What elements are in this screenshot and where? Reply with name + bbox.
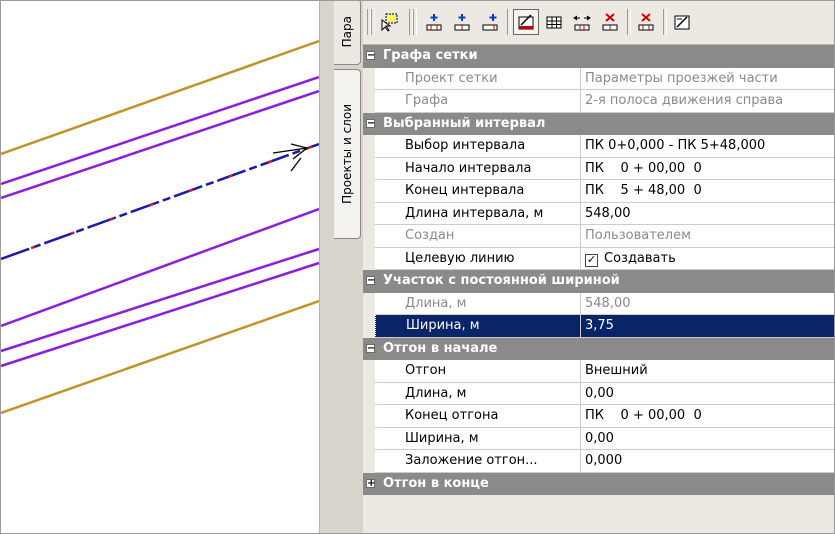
category-label: Графа сетки xyxy=(383,48,478,63)
width-value-field[interactable]: 3,75 xyxy=(581,315,834,338)
property-name: Длина, м xyxy=(375,292,581,315)
edge-line-bottom xyxy=(1,299,320,415)
checkbox[interactable]: ✓ xyxy=(585,253,598,267)
properties-icon[interactable] xyxy=(513,9,539,35)
table-icon[interactable] xyxy=(541,9,567,35)
edge-line-top xyxy=(1,39,320,156)
property-name: Графа xyxy=(375,90,581,113)
property-name: Ширина, м xyxy=(375,427,581,450)
property-grid: − Графа сетки Проект сетки Параметры про… xyxy=(363,45,834,495)
lane-line-1 xyxy=(1,75,320,186)
property-name: Конец отгона xyxy=(375,405,581,428)
property-value: Параметры проезжей части xyxy=(581,67,834,90)
property-row[interactable]: Заложение отгон... 0,000 xyxy=(363,450,834,473)
property-row[interactable]: Ширина, м 0,00 xyxy=(363,427,834,450)
category-label: Отгон в начале xyxy=(383,340,498,356)
property-row[interactable]: Графа 2-я полоса движения справа xyxy=(363,90,834,113)
property-value: 548,00 xyxy=(581,292,834,315)
toolbar-separator xyxy=(663,9,667,35)
target-line-checkbox-cell[interactable]: ✓ Создавать xyxy=(581,247,834,270)
property-row[interactable]: Начало интервала ПК 0 + 00,00 0 xyxy=(363,157,834,180)
property-name: Длина интервала, м xyxy=(375,202,581,225)
lane-line-4 xyxy=(1,247,320,353)
property-row-selected[interactable]: Ширина, м 3,75 xyxy=(363,315,834,338)
property-value[interactable]: 0,00 xyxy=(581,427,834,450)
lane-line-3 xyxy=(1,207,320,328)
property-row[interactable]: Конец интервала ПК 5 + 48,00 0 xyxy=(363,180,834,203)
property-name: Заложение отгон... xyxy=(375,450,581,473)
category-label: Отгон в конце xyxy=(383,475,489,491)
collapse-icon[interactable]: − xyxy=(366,276,375,286)
property-row[interactable]: Создан Пользователем xyxy=(363,225,834,248)
property-row[interactable]: Выбор интервала ПК 0+0,000 - ПК 5+48,000 xyxy=(363,135,834,158)
property-value[interactable]: ПК 0 + 00,00 0 xyxy=(581,405,834,428)
tab-parameters-label: Пара xyxy=(340,16,354,48)
toolbar-grip xyxy=(371,9,375,35)
add-interval-right-icon[interactable] xyxy=(477,9,503,35)
property-name: Создан xyxy=(375,225,581,248)
property-row[interactable]: Проект сетки Параметры проезжей части xyxy=(363,67,834,90)
expand-icon[interactable]: + xyxy=(366,478,375,488)
property-name: Проект сетки xyxy=(375,67,581,90)
property-value[interactable]: ПК 5 + 48,00 0 xyxy=(581,180,834,203)
property-row[interactable]: Целевую линию ✓ Создавать xyxy=(363,247,834,270)
property-value[interactable]: 0,00 xyxy=(581,382,834,405)
road-lines-drawing xyxy=(1,39,320,415)
width-icon[interactable] xyxy=(569,9,595,35)
property-row[interactable]: Длина, м 548,00 xyxy=(363,292,834,315)
delete-icon[interactable] xyxy=(597,9,623,35)
drawing-canvas[interactable] xyxy=(1,1,320,533)
property-name: Целевую линию xyxy=(375,247,581,270)
property-value[interactable]: ПК 0+0,000 - ПК 5+48,000 xyxy=(581,135,834,158)
property-name: Ширина, м xyxy=(375,315,581,338)
delete-interval-icon[interactable] xyxy=(633,9,659,35)
property-name: Выбор интервала xyxy=(375,135,581,158)
toolbar xyxy=(363,1,834,45)
tab-projects-layers[interactable]: Проекты и слои xyxy=(334,69,361,239)
property-name: Отгон xyxy=(375,360,581,383)
side-tab-strip: Пара Проекты и слои xyxy=(319,1,364,533)
category-constant-width[interactable]: − Участок с постоянной шириной xyxy=(363,270,834,293)
lane-line-5 xyxy=(1,261,320,368)
tab-projects-layers-label: Проекты и слои xyxy=(340,104,354,204)
collapse-icon[interactable]: − xyxy=(366,343,375,353)
toolbar-separator xyxy=(413,9,417,35)
property-value: 2-я полоса движения справа xyxy=(581,90,834,113)
property-value[interactable]: ПК 0 + 00,00 0 xyxy=(581,157,834,180)
add-interval-icon[interactable] xyxy=(449,9,475,35)
property-value: Пользователем xyxy=(581,225,834,248)
property-name: Длина, м xyxy=(375,382,581,405)
toolbar-separator xyxy=(507,9,511,35)
property-row[interactable]: Отгон Внешний xyxy=(363,360,834,383)
tab-parameters[interactable]: Пара xyxy=(334,1,361,65)
category-label: Выбранный интервал xyxy=(383,115,546,131)
add-point-icon[interactable] xyxy=(421,9,447,35)
category-selected-interval[interactable]: − Выбранный интервал xyxy=(363,112,834,135)
category-label: Участок с постоянной шириной xyxy=(383,273,620,288)
settings-icon[interactable] xyxy=(669,9,695,35)
axis-line-red xyxy=(1,142,320,261)
property-name: Конец интервала xyxy=(375,180,581,203)
checkbox-label: Создавать xyxy=(604,250,676,266)
lane-line-2 xyxy=(1,89,320,200)
property-row[interactable]: Длина интервала, м 548,00 xyxy=(363,202,834,225)
property-row[interactable]: Длина, м 0,00 xyxy=(363,382,834,405)
category-start-transition[interactable]: − Отгон в начале xyxy=(363,337,834,360)
category-end-transition[interactable]: + Отгон в конце xyxy=(363,472,834,495)
property-name: Начало интервала xyxy=(375,157,581,180)
property-value[interactable]: 548,00 xyxy=(581,202,834,225)
property-panel: − Графа сетки Проект сетки Параметры про… xyxy=(363,1,834,533)
select-region-icon[interactable] xyxy=(377,9,403,35)
property-value[interactable]: 0,000 xyxy=(581,450,834,473)
property-value[interactable]: Внешний xyxy=(581,360,834,383)
toolbar-separator xyxy=(627,9,631,35)
collapse-icon[interactable]: − xyxy=(366,51,375,61)
collapse-icon[interactable]: − xyxy=(366,118,375,128)
category-grid-column[interactable]: − Графа сетки xyxy=(363,45,834,68)
property-row[interactable]: Конец отгона ПК 0 + 00,00 0 xyxy=(363,405,834,428)
